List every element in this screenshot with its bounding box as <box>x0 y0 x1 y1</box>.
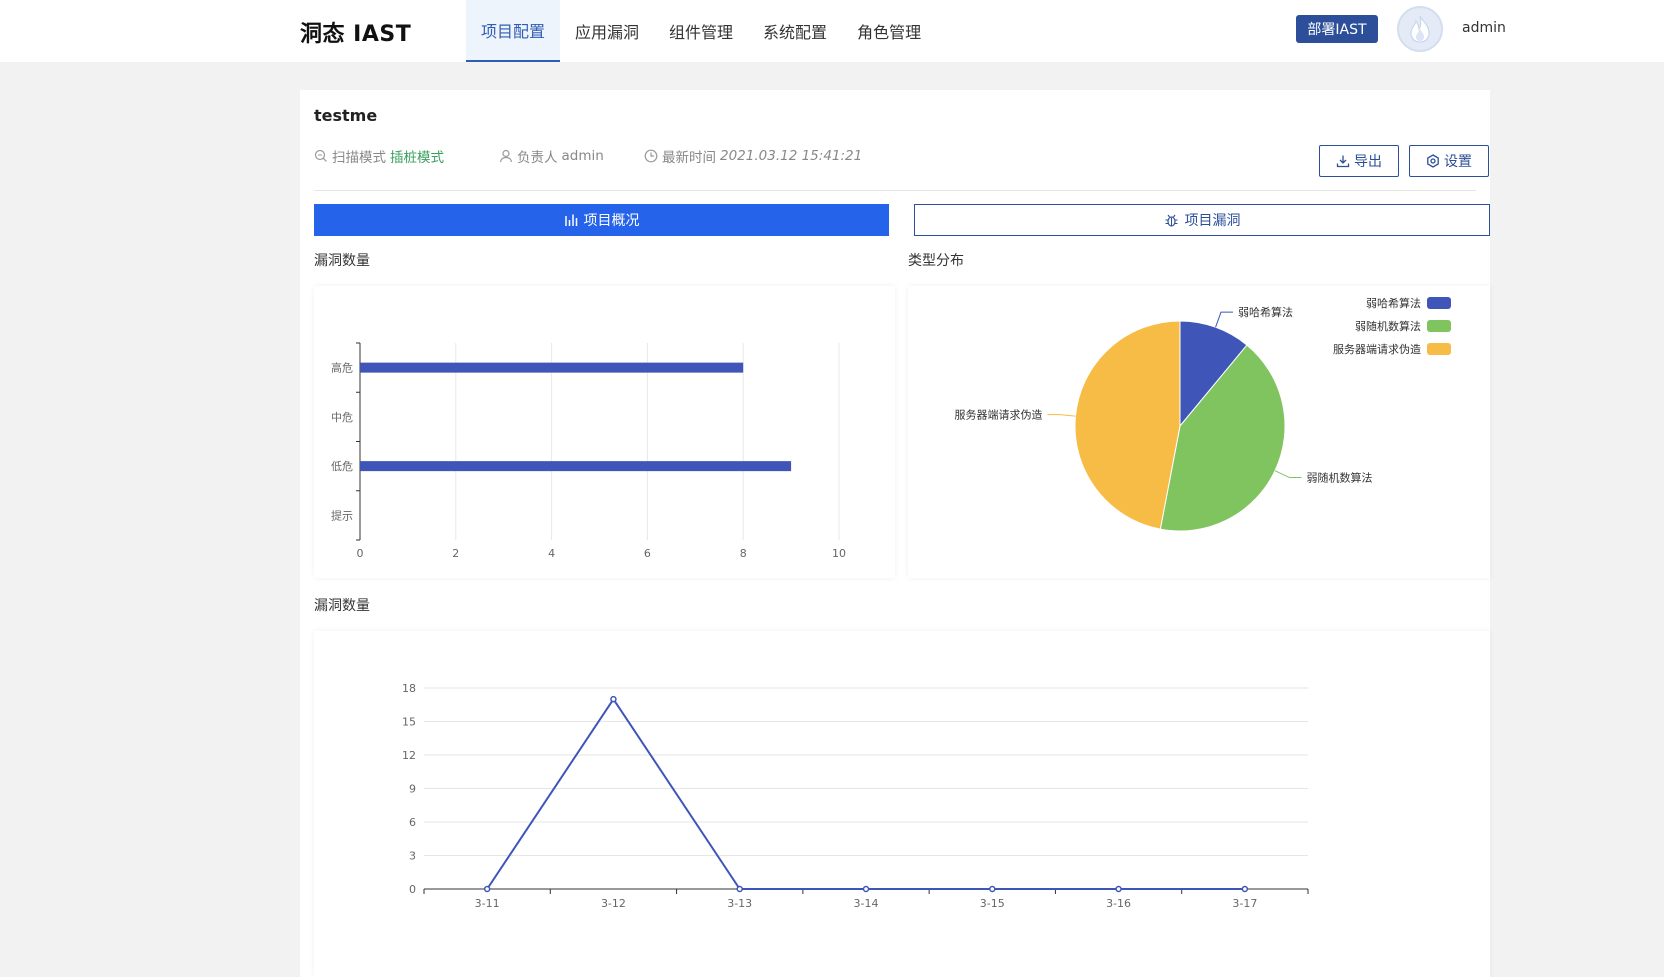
latest-time: 最新时间 2021.03.12 15:41:21 <box>644 146 862 166</box>
pie-slice-2 <box>1074 320 1181 530</box>
scan-mode-label: 扫描模式 <box>332 150 386 166</box>
line-y-tick-label: 0 <box>409 883 416 896</box>
line-y-tick-label: 15 <box>402 716 416 729</box>
scan-mode-value: 插桩模式 <box>390 150 444 166</box>
line-x-tick-label: 3-13 <box>727 897 752 910</box>
gear-icon <box>1427 154 1439 168</box>
bar-0 <box>360 362 744 373</box>
bar-chart-icon <box>564 214 577 226</box>
line-x-tick-label: 3-16 <box>1106 897 1131 910</box>
project-card: testme 扫描模式 插桩模式 负责人 admin 最新时间 2021.03.… <box>300 90 1490 977</box>
bar-category-label: 低危 <box>331 460 353 473</box>
line-x-tick-label: 3-14 <box>854 897 879 910</box>
bar-category-label: 提示 <box>331 509 353 522</box>
owner-label: 负责人 <box>517 150 558 166</box>
download-icon <box>1336 155 1350 168</box>
divider <box>314 190 1476 191</box>
pie-legend-swatch <box>1427 343 1451 355</box>
flame-icon <box>1410 15 1430 43</box>
line-chart-title: 漏洞数量 <box>314 598 370 614</box>
line-point <box>989 885 996 893</box>
bar-x-tick-label: 6 <box>644 547 651 560</box>
settings-label: 设置 <box>1444 154 1472 170</box>
line-x-tick-label: 3-15 <box>980 897 1005 910</box>
time-value: 2021.03.12 15:41:21 <box>720 148 863 164</box>
scan-mode: 扫描模式 插桩模式 <box>314 146 444 166</box>
pie-chart-panel: 弱哈希算法 弱随机数算法 服务器端请求伪造 弱哈希算法 弱随机数算法 服务器端请求伪造 <box>908 286 1490 578</box>
line-point <box>610 695 617 703</box>
nav-role-mgmt[interactable]: 角色管理 <box>842 0 936 62</box>
pie-chart-title: 类型分布 <box>908 253 964 269</box>
pie-legend-swatch <box>1427 297 1451 309</box>
pie-legend-swatch <box>1427 320 1451 332</box>
pie-legend-label: 弱哈希算法 <box>1366 296 1421 310</box>
pie-slice-label: 服务器端请求伪造 <box>955 408 1043 422</box>
export-button[interactable]: 导出 <box>1319 145 1399 177</box>
line-x-tick-label: 3-11 <box>475 897 500 910</box>
pie-slice-label: 弱随机数算法 <box>1306 471 1372 485</box>
pie-label-line <box>1047 414 1076 417</box>
clock-icon <box>644 149 658 163</box>
export-label: 导出 <box>1354 154 1382 170</box>
line-point <box>1241 885 1249 893</box>
bar-category-label: 高危 <box>331 361 353 375</box>
line-x-tick-label: 3-17 <box>1232 897 1257 910</box>
type-pie-chart: 弱哈希算法弱随机数算法服务器端请求伪造弱哈希算法弱随机数算法服务器端请求伪造 <box>955 296 1451 532</box>
line-point <box>1115 885 1122 893</box>
bar-2 <box>360 461 792 472</box>
vuln-trend-line-chart: 0 3 6 9 12 15 18 3-11 3-12 3-13 3-14 3-15 3-16 3-17 <box>402 682 1309 910</box>
pie-label-line <box>1215 311 1233 328</box>
line-y-tick-label: 3 <box>409 850 416 863</box>
line-y-tick-label: 12 <box>402 749 416 762</box>
bar-x-tick-label: 4 <box>548 547 555 560</box>
bug-icon <box>1165 214 1177 227</box>
line-point <box>736 885 743 893</box>
bar-chart-panel: 0 2 4 6 8 10 高危中危低危提示 <box>314 286 895 578</box>
nav-system-config[interactable]: 系统配置 <box>748 0 842 62</box>
bar-category-label: 中危 <box>331 411 353 424</box>
pie-label-line <box>1274 470 1302 479</box>
nav-component-mgmt[interactable]: 组件管理 <box>654 0 748 62</box>
bar-x-tick-label: 10 <box>832 547 846 560</box>
scan-icon <box>314 149 327 162</box>
tab-overview-label: 项目概况 <box>583 213 640 229</box>
nav-app-vulns[interactable]: 应用漏洞 <box>560 0 654 62</box>
line-point <box>862 885 870 893</box>
bar-x-tick-label: 2 <box>452 547 459 560</box>
tab-vulns-label: 项目漏洞 <box>1184 213 1241 229</box>
project-name: testme <box>314 106 378 125</box>
pie-legend-label: 服务器端请求伪造 <box>1333 342 1421 356</box>
bar-x-tick-label: 0 <box>357 547 364 560</box>
line-y-tick-label: 18 <box>402 682 416 695</box>
line-y-tick-label: 9 <box>409 783 416 796</box>
main-nav: 项目配置 应用漏洞 组件管理 系统配置 角色管理 <box>466 0 936 62</box>
owner-value: admin <box>561 148 604 164</box>
tab-project-overview[interactable]: 项目概况 <box>314 204 889 236</box>
time-label: 最新时间 <box>662 150 716 166</box>
line-chart-panel: 0 3 6 9 12 15 18 3-11 3-12 3-13 3-14 3-15 3-16 3-17 <box>314 631 1490 977</box>
avatar[interactable] <box>1397 6 1443 52</box>
username[interactable]: admin <box>1462 20 1506 36</box>
top-navigation-bar: 洞态 IAST 项目配置 应用漏洞 组件管理 系统配置 角色管理 部署IAST … <box>0 0 1664 62</box>
bar-chart-title: 漏洞数量 <box>314 253 370 269</box>
tab-project-vulns[interactable]: 项目漏洞 <box>914 204 1490 236</box>
settings-button[interactable]: 设置 <box>1409 145 1489 177</box>
severity-bar-chart: 0 2 4 6 8 10 高危中危低危提示 <box>331 342 846 560</box>
bar-x-tick-label: 8 <box>740 547 747 560</box>
line-point <box>483 885 491 893</box>
line-y-tick-label: 6 <box>409 816 416 829</box>
pie-legend-label: 弱随机数算法 <box>1355 319 1421 333</box>
nav-project-config[interactable]: 项目配置 <box>466 0 561 62</box>
owner: 负责人 admin <box>499 146 604 166</box>
deploy-iast-button[interactable]: 部署IAST <box>1296 15 1378 43</box>
line-x-tick-label: 3-12 <box>601 897 626 910</box>
app-logo[interactable]: 洞态 IAST <box>300 16 411 48</box>
pie-slice-label: 弱哈希算法 <box>1238 305 1293 319</box>
user-icon <box>499 149 513 163</box>
line-series <box>486 697 1245 890</box>
